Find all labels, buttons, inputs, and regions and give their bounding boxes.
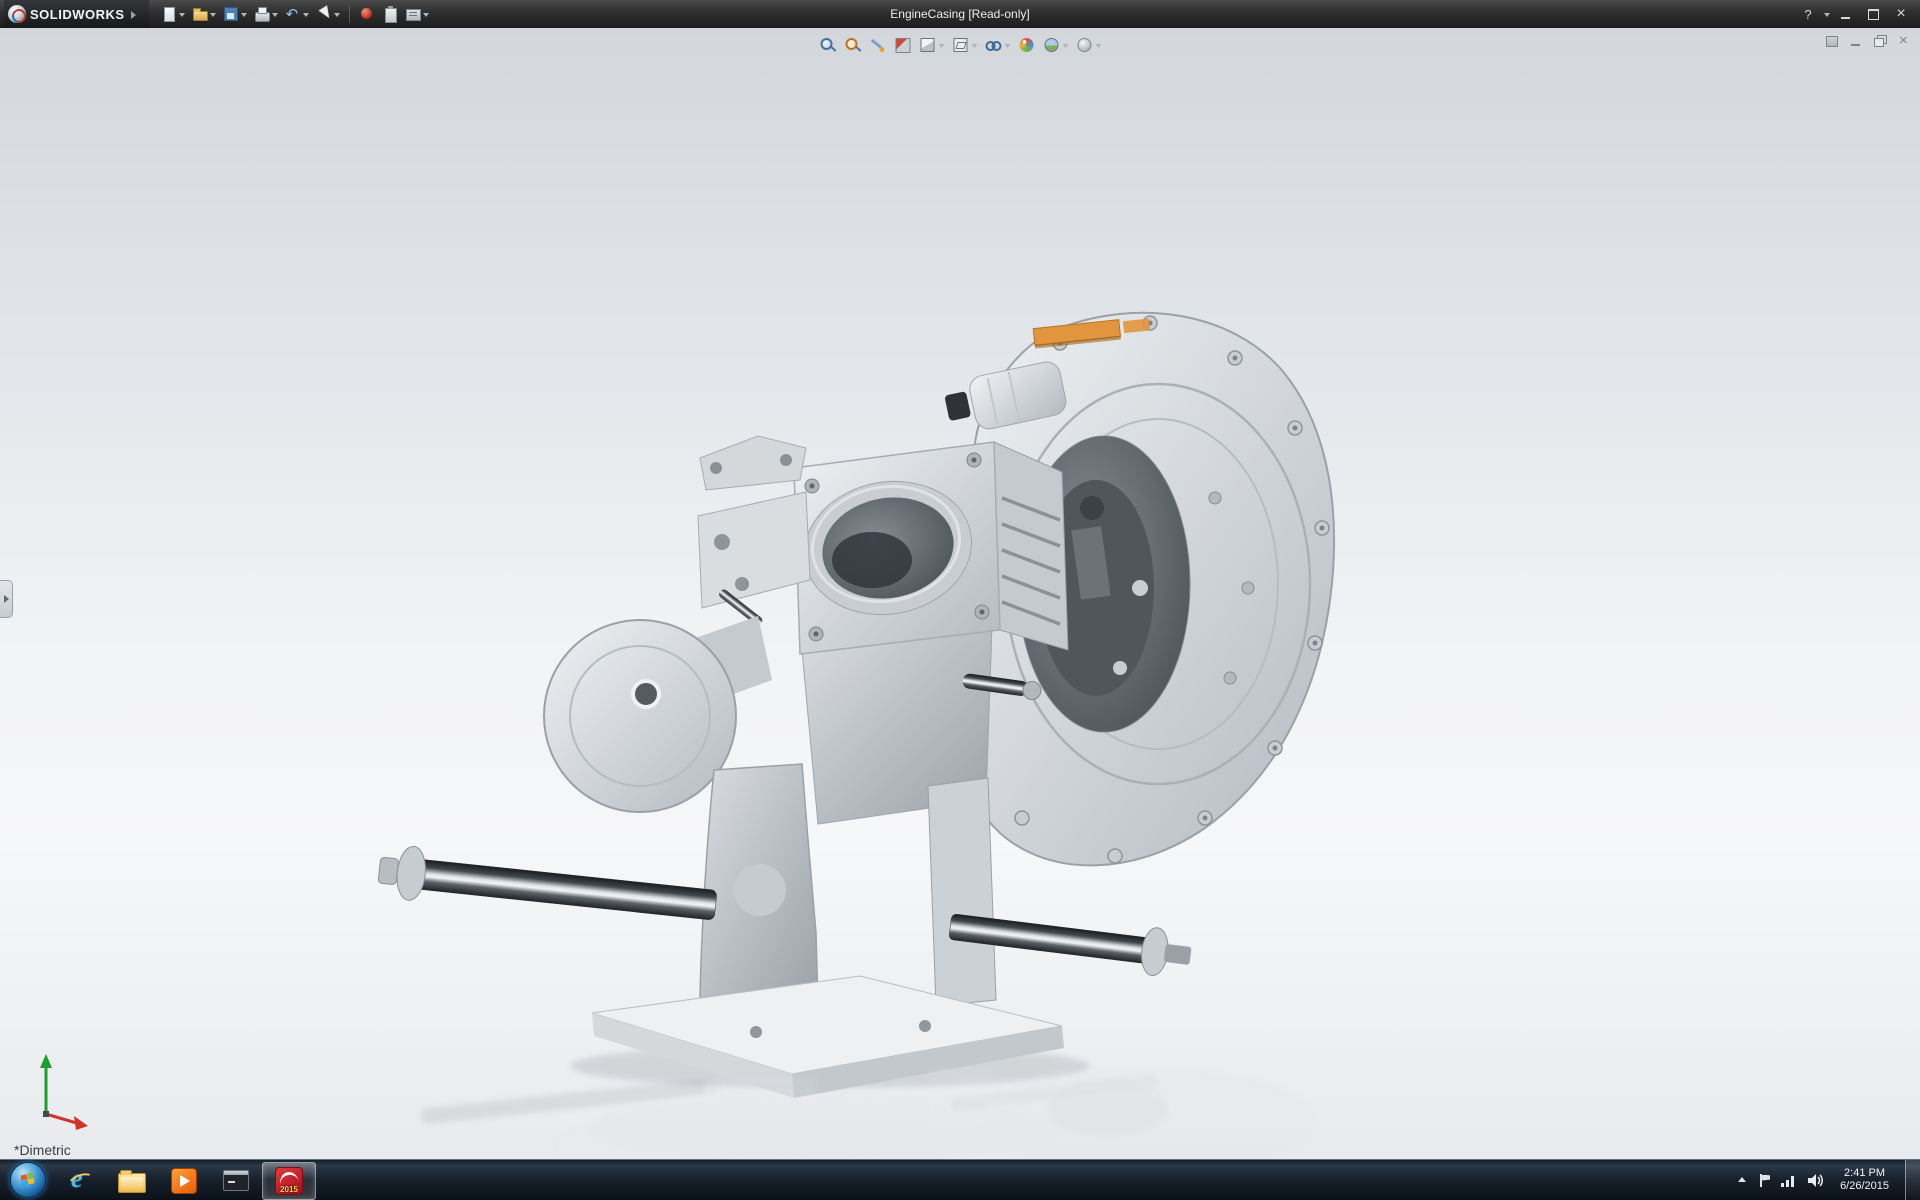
action-center-flag-icon[interactable]	[1759, 1174, 1770, 1187]
new-document-icon	[161, 6, 177, 22]
chevron-down-icon[interactable]	[938, 42, 945, 49]
toolbar-separator	[349, 5, 350, 23]
graphics-area[interactable]: *Dimetric	[0, 28, 1920, 1160]
view-orientation-label: *Dimetric	[14, 1142, 71, 1158]
maximize-button[interactable]	[1860, 5, 1886, 23]
record-macro-icon	[359, 6, 375, 22]
print-icon	[254, 6, 270, 22]
hide-show-items-button[interactable]	[985, 36, 1011, 54]
save-button[interactable]	[221, 5, 249, 23]
taskbar-clock[interactable]: 2:41 PM 6/26/2015	[1834, 1167, 1895, 1193]
collapsed-panel-expander[interactable]	[0, 580, 13, 618]
window-controls: ?	[1795, 5, 1920, 23]
document-restore-button[interactable]	[1872, 34, 1888, 48]
internet-explorer-icon	[67, 1168, 93, 1194]
clock-date: 6/26/2015	[1840, 1180, 1889, 1193]
select-button[interactable]	[314, 5, 342, 23]
document-minimize-button[interactable]	[1848, 34, 1864, 48]
clipboard-icon	[382, 6, 398, 22]
apply-scene-icon	[1043, 36, 1061, 54]
document-window-controls	[1824, 34, 1912, 48]
solidworks-logo: SOLIDWORKS	[4, 0, 149, 28]
menu-expander-icon[interactable]	[129, 6, 139, 22]
open-icon	[192, 6, 208, 22]
solidworks-app-icon: 2015	[275, 1167, 303, 1195]
ds-logo-icon	[8, 5, 26, 23]
command-prompt-icon	[223, 1170, 249, 1191]
solidworks-window: SOLIDWORKS EngineCasing [Read-only] ?	[0, 0, 1920, 1200]
help-button[interactable]: ?	[1795, 5, 1821, 23]
start-button[interactable]	[10, 1162, 46, 1198]
view-orientation-icon	[919, 36, 937, 54]
chevron-down-icon[interactable]	[1004, 42, 1011, 49]
chevron-down-icon[interactable]	[1095, 42, 1102, 49]
chevron-down-icon[interactable]	[302, 11, 309, 18]
quick-access-toolbar	[159, 5, 431, 23]
new-document-button[interactable]	[159, 5, 187, 23]
zoom-to-area-icon	[844, 36, 862, 54]
clipboard-button[interactable]	[380, 5, 400, 23]
section-view-button[interactable]	[894, 36, 912, 54]
chevron-down-icon[interactable]	[1062, 42, 1069, 49]
apply-scene-button[interactable]	[1043, 36, 1069, 54]
magnified-selection-icon	[869, 36, 887, 54]
zoom-to-fit-button[interactable]	[819, 36, 837, 54]
display-style-button[interactable]	[952, 36, 978, 54]
options-icon	[405, 6, 421, 22]
options-button[interactable]	[403, 5, 431, 23]
taskbar-command-prompt[interactable]	[210, 1163, 262, 1199]
zoom-to-fit-icon	[819, 36, 837, 54]
volume-icon[interactable]	[1807, 1173, 1824, 1188]
taskbar-internet-explorer[interactable]	[54, 1163, 106, 1199]
windows-taskbar: 2015 2:41 PM 6/26/2015	[0, 1159, 1920, 1200]
orientation-triad-icon	[22, 1048, 102, 1132]
view-settings-icon	[1076, 36, 1094, 54]
engine-casing-model[interactable]	[0, 28, 1920, 1160]
taskbar-windows-explorer[interactable]	[106, 1163, 158, 1199]
show-desktop-button[interactable]	[1905, 1160, 1920, 1200]
chevron-down-icon[interactable]	[209, 11, 216, 18]
windows-flag-icon	[21, 1174, 27, 1180]
chevron-down-icon[interactable]	[178, 11, 185, 18]
taskbar-solidworks[interactable]: 2015	[262, 1162, 316, 1200]
chevron-down-icon[interactable]	[240, 11, 247, 18]
solidworks-version-badge: 2015	[276, 1185, 302, 1194]
undo-button[interactable]	[283, 5, 311, 23]
save-icon	[223, 6, 239, 22]
edit-appearance-button[interactable]	[1018, 36, 1036, 54]
heads-up-view-toolbar	[809, 34, 1112, 56]
magnified-selection-button[interactable]	[869, 36, 887, 54]
section-view-icon	[894, 36, 912, 54]
network-icon[interactable]	[1780, 1173, 1797, 1188]
document-window-menu-button[interactable]	[1824, 34, 1840, 48]
close-button[interactable]	[1888, 5, 1914, 23]
undo-icon	[285, 6, 301, 22]
display-style-icon	[952, 36, 970, 54]
media-player-icon	[171, 1168, 197, 1194]
cursor-select-icon	[316, 6, 332, 22]
folder-icon	[118, 1173, 146, 1193]
open-button[interactable]	[190, 5, 218, 23]
chevron-down-icon[interactable]	[422, 11, 429, 18]
title-bar-left: SOLIDWORKS	[0, 0, 431, 28]
system-tray: 2:41 PM 6/26/2015	[1735, 1160, 1920, 1200]
chevron-down-icon[interactable]	[271, 11, 278, 18]
hidden-icons-chevron-icon[interactable]	[1735, 1173, 1749, 1187]
logo-text: SOLIDWORKS	[30, 7, 125, 22]
chevron-down-icon[interactable]	[333, 11, 340, 18]
record-macro-button[interactable]	[357, 5, 377, 23]
edit-appearance-icon	[1018, 36, 1036, 54]
taskbar-media-player[interactable]	[158, 1163, 210, 1199]
minimize-button[interactable]	[1832, 5, 1858, 23]
help-dropdown-icon[interactable]	[1823, 11, 1830, 18]
chevron-down-icon[interactable]	[971, 42, 978, 49]
zoom-to-area-button[interactable]	[844, 36, 862, 54]
view-settings-button[interactable]	[1076, 36, 1102, 54]
hide-show-items-icon	[985, 36, 1003, 54]
clock-time: 2:41 PM	[1840, 1167, 1889, 1180]
print-button[interactable]	[252, 5, 280, 23]
title-bar: SOLIDWORKS EngineCasing [Read-only] ?	[0, 0, 1920, 28]
view-orientation-button[interactable]	[919, 36, 945, 54]
document-close-button[interactable]	[1896, 34, 1912, 48]
